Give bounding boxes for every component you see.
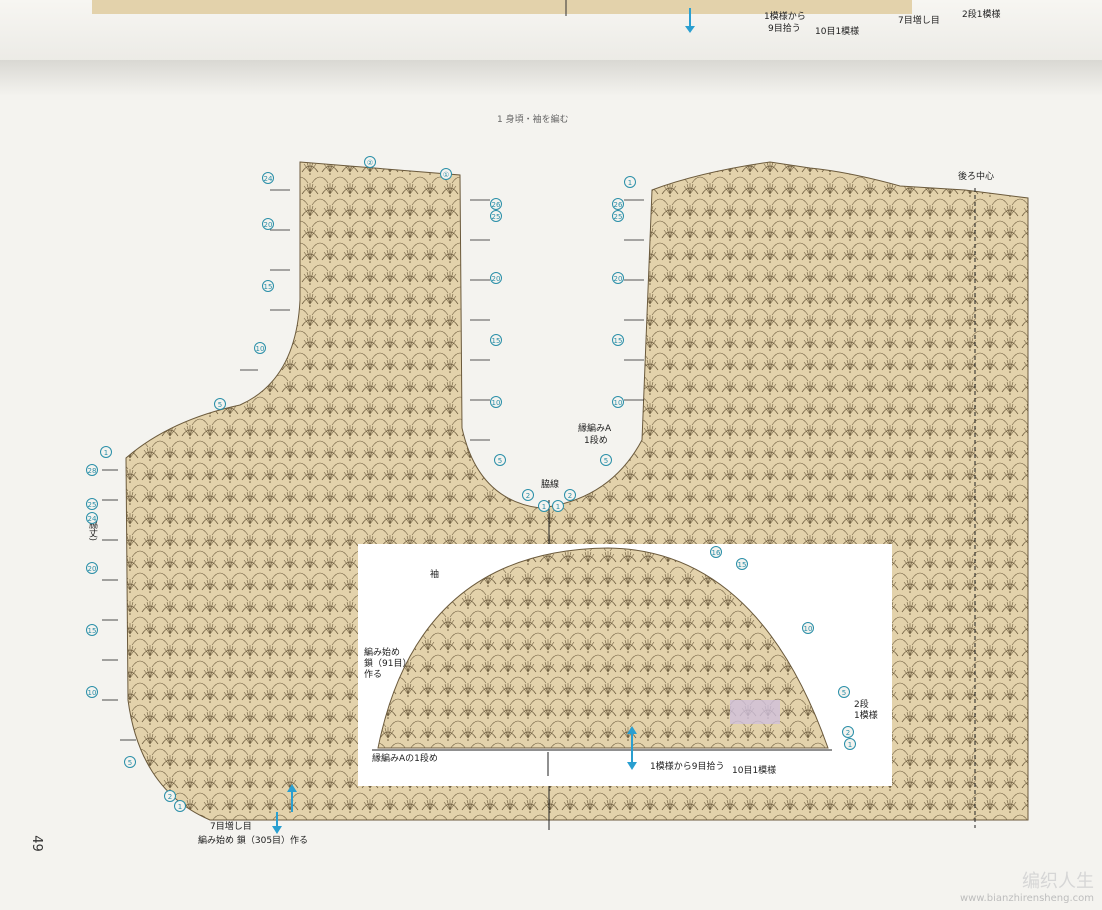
row-marker: 15: [86, 624, 98, 636]
row-marker: 24: [86, 512, 98, 524]
sleeve-rows-label: 2段 1模様: [854, 700, 878, 721]
edging-a-row-label: 1段め: [584, 436, 608, 446]
row-marker: 20: [86, 562, 98, 574]
sleeve-edging-label: 縁編みAの1段め: [372, 754, 438, 764]
row-marker: 20: [262, 218, 274, 230]
row-marker: 2: [564, 489, 576, 501]
row-marker: 26: [612, 198, 624, 210]
row-marker: 28: [86, 464, 98, 476]
row-marker: 10: [86, 686, 98, 698]
sleeve-row-marker: 1: [844, 738, 856, 750]
sleeve-pickup-label: 1模様から9目拾う: [650, 762, 725, 772]
increase-label: 7目増し目: [210, 822, 252, 832]
sleeve-inset: 袖 編み始め 鎖（91目） 作る 縁編みAの1段め 1模様から9目拾う 10目1…: [358, 544, 892, 786]
sleeve-pattern-label: 10目1模様: [732, 766, 777, 776]
watermark: 编织人生 www.bianzhirensheng.com: [960, 867, 1094, 904]
row-marker: 25: [86, 498, 98, 510]
sleeve-title: 袖: [430, 570, 440, 580]
row-marker: 15: [490, 334, 502, 346]
row-marker: 2: [522, 489, 534, 501]
row-marker: 15: [612, 334, 624, 346]
sleeve-row-marker: 5: [838, 686, 850, 698]
row-marker: 15: [262, 280, 274, 292]
row-marker: 26: [490, 198, 502, 210]
row-marker: 25: [490, 210, 502, 222]
page-number: 49: [28, 835, 44, 852]
sleeve-row-marker: 10: [802, 622, 814, 634]
sleeve-start-label: 編み始め 鎖（91目） 作る: [364, 648, 412, 680]
row-marker: 20: [490, 272, 502, 284]
row-marker: 10: [490, 396, 502, 408]
row-marker: 1: [624, 176, 636, 188]
row-marker: 20: [612, 272, 624, 284]
row-marker: 2: [164, 790, 176, 802]
sleeve-row-marker: 15: [736, 558, 748, 570]
row-marker: 1: [538, 500, 550, 512]
start-chain-label: 編み始め 鎖（305目）作る: [198, 836, 309, 846]
row-marker: 5: [600, 454, 612, 466]
row-marker: 1: [552, 500, 564, 512]
edging-a-label: 縁編みA: [578, 424, 612, 434]
neckline-right-marker: ①: [440, 168, 452, 180]
row-marker: 10: [254, 342, 266, 354]
sleeve-row-marker: 2: [842, 726, 854, 738]
watermark-url: www.bianzhirensheng.com: [959, 893, 1094, 904]
row-marker: 24: [262, 172, 274, 184]
row-marker: 5: [494, 454, 506, 466]
sleeve-row-marker: 16: [710, 546, 722, 558]
neckline-left-marker: ②: [364, 156, 376, 168]
watermark-title: 编织人生: [1022, 871, 1094, 892]
row-marker: 1: [100, 446, 112, 458]
row-marker: 5: [214, 398, 226, 410]
row-marker: 10: [612, 396, 624, 408]
row-marker: 1: [174, 800, 186, 812]
row-marker: 5: [124, 756, 136, 768]
side-seam-label: 脇線: [541, 480, 560, 490]
row-marker: 25: [612, 210, 624, 222]
back-center-label: 後ろ中心: [958, 172, 995, 182]
